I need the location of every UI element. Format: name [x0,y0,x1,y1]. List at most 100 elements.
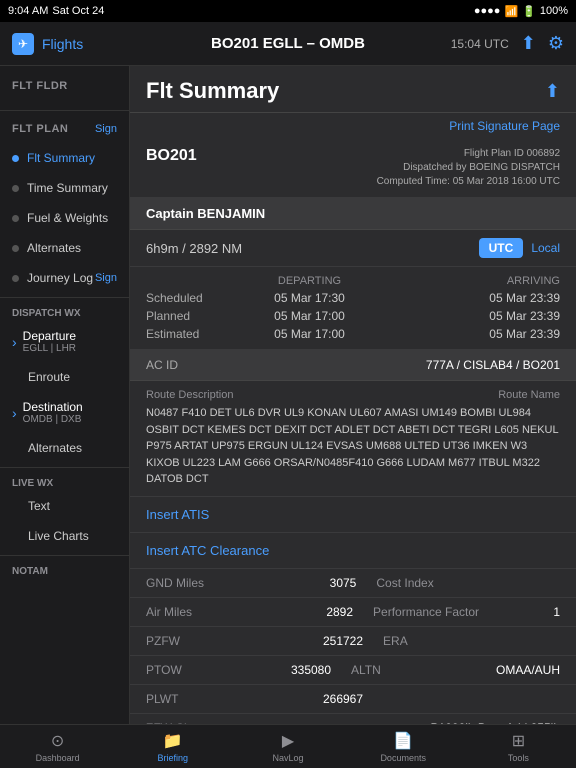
time-summary-dot [12,185,19,192]
sidebar-destination-sublabel: OMDB | DXB [23,414,83,425]
ptow-label: PTOW [146,663,291,677]
route-text: N0487 F410 DET UL6 DVR UL9 KONAN UL607 A… [146,405,560,488]
perf-factor-label: Performance Factor [353,605,553,619]
sidebar-flt-plan-label: FLT PLAN [12,123,68,135]
dispatched-by: Dispatched by BOEING DISPATCH [377,161,560,175]
navlog-icon: ▶ [282,731,294,751]
tab-navlog-label: NavLog [272,753,303,763]
content-area: Flt Summary ⬆ Print Signature Page BO201… [130,66,576,724]
utc-row: 6h9m / 2892 NM UTC Local [130,230,576,267]
departing-header: DEPARTING [226,275,393,287]
plwt-value: 266967 [323,692,363,706]
sidebar-item-flt-fldr[interactable]: FLT FLDR [0,72,129,100]
nav-title: BO201 EGLL – OMDB [142,35,434,52]
sidebar-fuel-weights-label: Fuel & Weights [27,211,108,225]
sidebar-item-flt-plan[interactable]: FLT PLAN Sign [0,115,129,143]
ac-id-value: 777A / CISLAB4 / BO201 [426,358,560,372]
main-layout: FLT FLDR FLT PLAN Sign Flt Summary Time … [0,66,576,724]
data-row-ptow: PTOW 335080 ALTN OMAA/AUH [130,656,576,685]
print-signature[interactable]: Print Signature Page [130,113,576,139]
sidebar-departure-label: Departure [23,329,76,343]
sidebar-item-time-summary[interactable]: Time Summary [0,173,129,203]
tab-briefing[interactable]: 📁 Briefing [115,727,230,767]
status-date: Sat Oct 24 [52,5,104,17]
dashboard-icon: ⊙ [51,731,64,751]
top-nav: ✈ Flights BO201 EGLL – OMDB 15:04 UTC ⬆ … [0,22,576,66]
utc-time: 15:04 UTC [451,37,509,51]
zfw-change-row: ZFW Change P1000lb Burn Add 255lb [130,714,576,725]
tools-icon: ⊞ [512,731,525,751]
flt-summary-dot [12,155,19,162]
live-wx-section-label: LIVE WX [0,472,129,491]
local-button[interactable]: Local [531,241,560,255]
perf-factor-value: 1 [553,605,560,619]
flight-id: BO201 [146,147,197,165]
upload-icon[interactable]: ⬆ [521,33,536,54]
notam-section-label: NOTAM [0,560,129,579]
cost-index-label: Cost Index [356,576,560,590]
duration-label: 6h9m / 2892 NM [146,241,471,256]
utc-button[interactable]: UTC [479,238,524,258]
sidebar-flt-fldr-label: FLT FLDR [12,80,68,92]
sidebar-alternates-wx-label: Alternates [12,441,82,455]
gnd-miles-label: GND Miles [146,576,330,590]
era-label: ERA [363,634,560,648]
sidebar-item-flt-summary[interactable]: Flt Summary [0,143,129,173]
plwt-label: PLWT [146,692,323,706]
content-title: Flt Summary [146,78,279,104]
insert-atc-clearance-link[interactable]: Insert ATC Clearance [130,533,576,569]
flights-button[interactable]: Flights [42,36,83,52]
tab-documents[interactable]: 📄 Documents [346,727,461,767]
sidebar-item-destination[interactable]: › Destination OMDB | DXB [0,392,129,433]
sidebar-item-alternates-wx[interactable]: Alternates [0,433,129,463]
sidebar-live-wx-charts-label: Live Charts [12,529,89,543]
captain-name: Captain BENJAMIN [146,206,265,221]
journey-log-dot [12,275,19,282]
tab-navlog[interactable]: ▶ NavLog [230,727,345,767]
content-body: Print Signature Page BO201 Flight Plan I… [130,113,576,724]
data-row-air-miles: Air Miles 2892 Performance Factor 1 [130,598,576,627]
sidebar-journey-log-label: Journey Log [27,271,93,285]
zfw-change-label: ZFW Change [146,721,431,725]
ptow-value: 335080 [291,663,331,677]
sidebar-item-journey-log[interactable]: Journey Log Sign [0,263,129,293]
data-row-gnd-miles: GND Miles 3075 Cost Index [130,569,576,598]
share-icon[interactable]: ⬆ [545,81,560,102]
destination-collapse-icon: › [12,405,17,421]
sidebar-item-departure[interactable]: › Departure EGLL | LHR [0,321,129,362]
sidebar-item-enroute[interactable]: Enroute [0,362,129,392]
sidebar-item-fuel-weights[interactable]: Fuel & Weights [0,203,129,233]
flight-info-block: BO201 Flight Plan ID 006892 Dispatched b… [130,139,576,198]
data-table: GND Miles 3075 Cost Index Air Miles 2892… [130,569,576,714]
fuel-weights-dot [12,215,19,222]
tab-tools-label: Tools [508,753,529,763]
gnd-miles-value: 3075 [330,576,357,590]
alternates-dot [12,245,19,252]
route-description-label: Route Description [146,389,233,401]
schedule-row-estimated: Estimated 05 Mar 17:00 05 Mar 23:39 [146,325,560,343]
altn-label: ALTN [331,663,496,677]
air-miles-value: 2892 [326,605,353,619]
sidebar-item-live-wx-charts[interactable]: Live Charts [0,521,129,551]
sidebar-enroute-label: Enroute [12,370,70,384]
sidebar-item-alternates[interactable]: Alternates [0,233,129,263]
route-block: Route Description Route Name N0487 F410 … [130,381,576,497]
gear-icon[interactable]: ⚙ [548,33,564,54]
flt-plan-sign-badge[interactable]: Sign [95,123,117,135]
wifi-icon: 📶 [504,5,518,18]
tab-dashboard[interactable]: ⊙ Dashboard [0,727,115,767]
tab-tools[interactable]: ⊞ Tools [461,727,576,767]
sidebar-item-live-wx-text[interactable]: Text [0,491,129,521]
computed-time: Computed Time: 05 Mar 2018 16:00 UTC [377,175,560,189]
sidebar-departure-sublabel: EGLL | LHR [23,343,76,354]
documents-icon: 📄 [393,731,413,751]
captain-row: Captain BENJAMIN [130,198,576,230]
pzfw-value: 251722 [323,634,363,648]
journey-log-sign-badge[interactable]: Sign [95,272,117,284]
dispatch-wx-section-label: DISPATCH WX [0,302,129,321]
insert-atis-link[interactable]: Insert ATIS [130,497,576,533]
altn-value: OMAA/AUH [496,663,560,677]
bottom-tabs: ⊙ Dashboard 📁 Briefing ▶ NavLog 📄 Docume… [0,724,576,768]
data-row-pzfw: PZFW 251722 ERA [130,627,576,656]
content-header: Flt Summary ⬆ [130,66,576,113]
